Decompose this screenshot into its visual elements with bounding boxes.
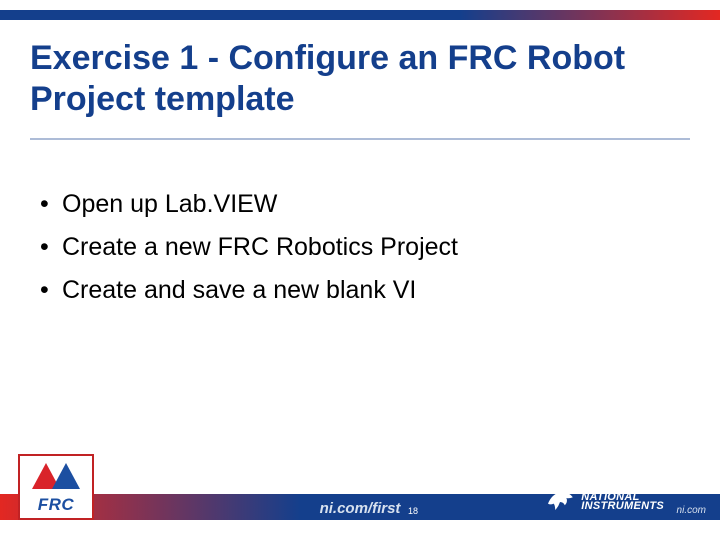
ni-logo-text: NATIONAL INSTRUMENTS xyxy=(581,493,664,512)
footer-right-url: ni.com xyxy=(677,505,706,516)
slide: Exercise 1 - Configure an FRC Robot Proj… xyxy=(0,0,720,540)
bullet-item: Create and save a new blank VI xyxy=(40,271,680,310)
page-number: 18 xyxy=(408,506,418,516)
bullet-list: Open up Lab.VIEW Create a new FRC Roboti… xyxy=(40,185,680,313)
footer: FRC ni.com/first 18 NATIONAL INSTRUMENTS… xyxy=(0,464,720,520)
national-instruments-logo: NATIONAL INSTRUMENTS xyxy=(543,486,664,518)
frc-triangle-icon xyxy=(32,459,80,493)
frc-logo-text: FRC xyxy=(38,495,74,515)
bullet-item: Create a new FRC Robotics Project xyxy=(40,228,680,267)
footer-center-text: ni.com/first xyxy=(320,500,401,517)
title-underline xyxy=(30,138,690,140)
slide-title: Exercise 1 - Configure an FRC Robot Proj… xyxy=(30,38,680,120)
frc-logo: FRC xyxy=(18,454,94,520)
ni-logo-line2: INSTRUMENTS xyxy=(581,502,664,511)
bullet-item: Open up Lab.VIEW xyxy=(40,185,680,224)
top-accent-bar xyxy=(0,10,720,20)
eagle-icon xyxy=(543,486,577,518)
